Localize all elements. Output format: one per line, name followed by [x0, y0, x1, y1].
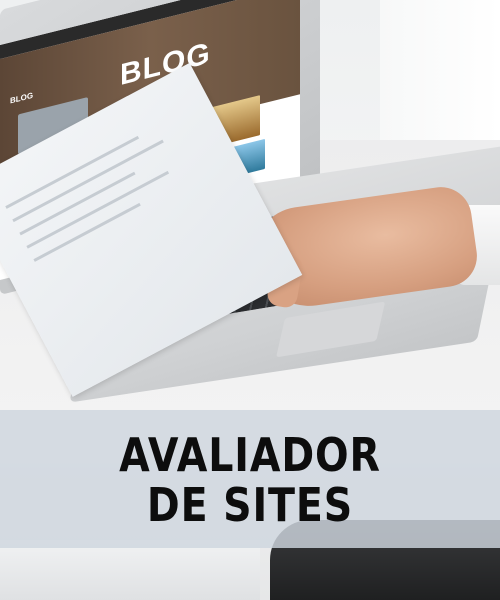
banner-title-line-1: AVALIADOR — [119, 428, 381, 482]
paper-text-line — [19, 171, 136, 236]
shirt-cuff — [0, 540, 260, 600]
hero-photo: BLOG BLOG AVALIADOR DE SITES — [0, 0, 500, 600]
title-banner: AVALIADOR DE SITES — [0, 410, 500, 548]
banner-title-line-2: DE SITES — [146, 478, 354, 532]
paper-text-line — [12, 139, 164, 223]
background-window — [380, 0, 500, 150]
